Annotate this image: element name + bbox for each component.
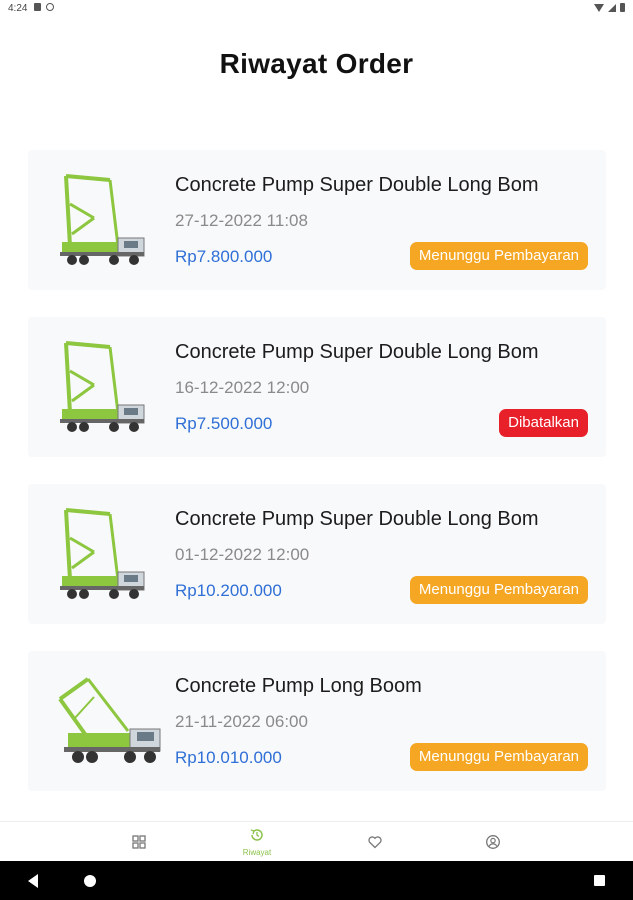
history-icon bbox=[250, 829, 263, 841]
status-system-icons bbox=[594, 3, 625, 12]
order-price: Rp7.500.000 bbox=[175, 414, 273, 433]
order-date: 27-12-2022 11:08 bbox=[175, 211, 308, 230]
order-card[interactable]: Concrete Pump Long Boom 21-11-2022 06:00… bbox=[28, 651, 606, 791]
profile-icon bbox=[486, 835, 500, 849]
home-icon[interactable] bbox=[84, 875, 96, 887]
order-card[interactable]: Concrete Pump Super Double Long Bom 27-1… bbox=[28, 150, 606, 290]
wifi-icon bbox=[594, 3, 604, 12]
nav-label-riwayat: Riwayat bbox=[242, 848, 272, 857]
status-badge: Menunggu Pembayaran bbox=[409, 242, 588, 270]
order-card[interactable]: Concrete Pump Super Double Long Bom 16-1… bbox=[28, 317, 606, 457]
nav-item-home[interactable] bbox=[109, 822, 169, 862]
order-price: Rp10.010.000 bbox=[175, 748, 282, 767]
status-badge: Menunggu Pembayaran bbox=[409, 576, 588, 604]
nav-item-riwayat[interactable]: Riwayat bbox=[227, 822, 287, 862]
order-card[interactable]: Concrete Pump Super Double Long Bom 01-1… bbox=[28, 484, 606, 624]
status-badge: Menunggu Pembayaran bbox=[409, 743, 588, 771]
sd-card-icon bbox=[34, 3, 41, 11]
nav-item-profile[interactable] bbox=[463, 822, 523, 862]
nav-item-favorites[interactable] bbox=[345, 822, 405, 862]
battery-icon bbox=[620, 3, 625, 12]
sync-icon bbox=[46, 3, 54, 11]
product-name: Concrete Pump Super Double Long Bom bbox=[175, 174, 539, 196]
concrete-pump-truck-icon bbox=[60, 508, 145, 599]
status-badge: Dibatalkan bbox=[499, 409, 588, 437]
page-title: Riwayat Order bbox=[219, 48, 414, 79]
product-name: Concrete Pump Super Double Long Bom bbox=[175, 341, 539, 363]
product-name: Concrete Pump Super Double Long Bom bbox=[175, 508, 539, 530]
concrete-pump-truck-icon bbox=[58, 677, 161, 763]
product-name: Concrete Pump Long Boom bbox=[175, 675, 422, 697]
order-price: Rp10.200.000 bbox=[175, 581, 282, 600]
status-bar: 4:24 bbox=[0, 0, 633, 18]
status-time: 4:24 bbox=[8, 3, 28, 14]
order-date: 21-11-2022 06:00 bbox=[175, 712, 308, 731]
recent-apps-icon[interactable] bbox=[594, 875, 605, 886]
concrete-pump-truck-icon bbox=[60, 174, 145, 265]
order-date: 16-12-2022 12:00 bbox=[175, 378, 310, 397]
grid-icon bbox=[132, 835, 146, 849]
status-notification-icons bbox=[34, 3, 54, 11]
concrete-pump-truck-icon bbox=[60, 341, 145, 432]
order-date: 01-12-2022 12:00 bbox=[175, 545, 310, 564]
order-price: Rp7.800.000 bbox=[175, 247, 273, 266]
signal-icon bbox=[608, 3, 616, 12]
bottom-navigation: Riwayat bbox=[0, 821, 633, 862]
back-icon[interactable] bbox=[28, 874, 38, 888]
system-navigation-bar bbox=[0, 861, 633, 900]
heart-icon bbox=[368, 836, 382, 849]
